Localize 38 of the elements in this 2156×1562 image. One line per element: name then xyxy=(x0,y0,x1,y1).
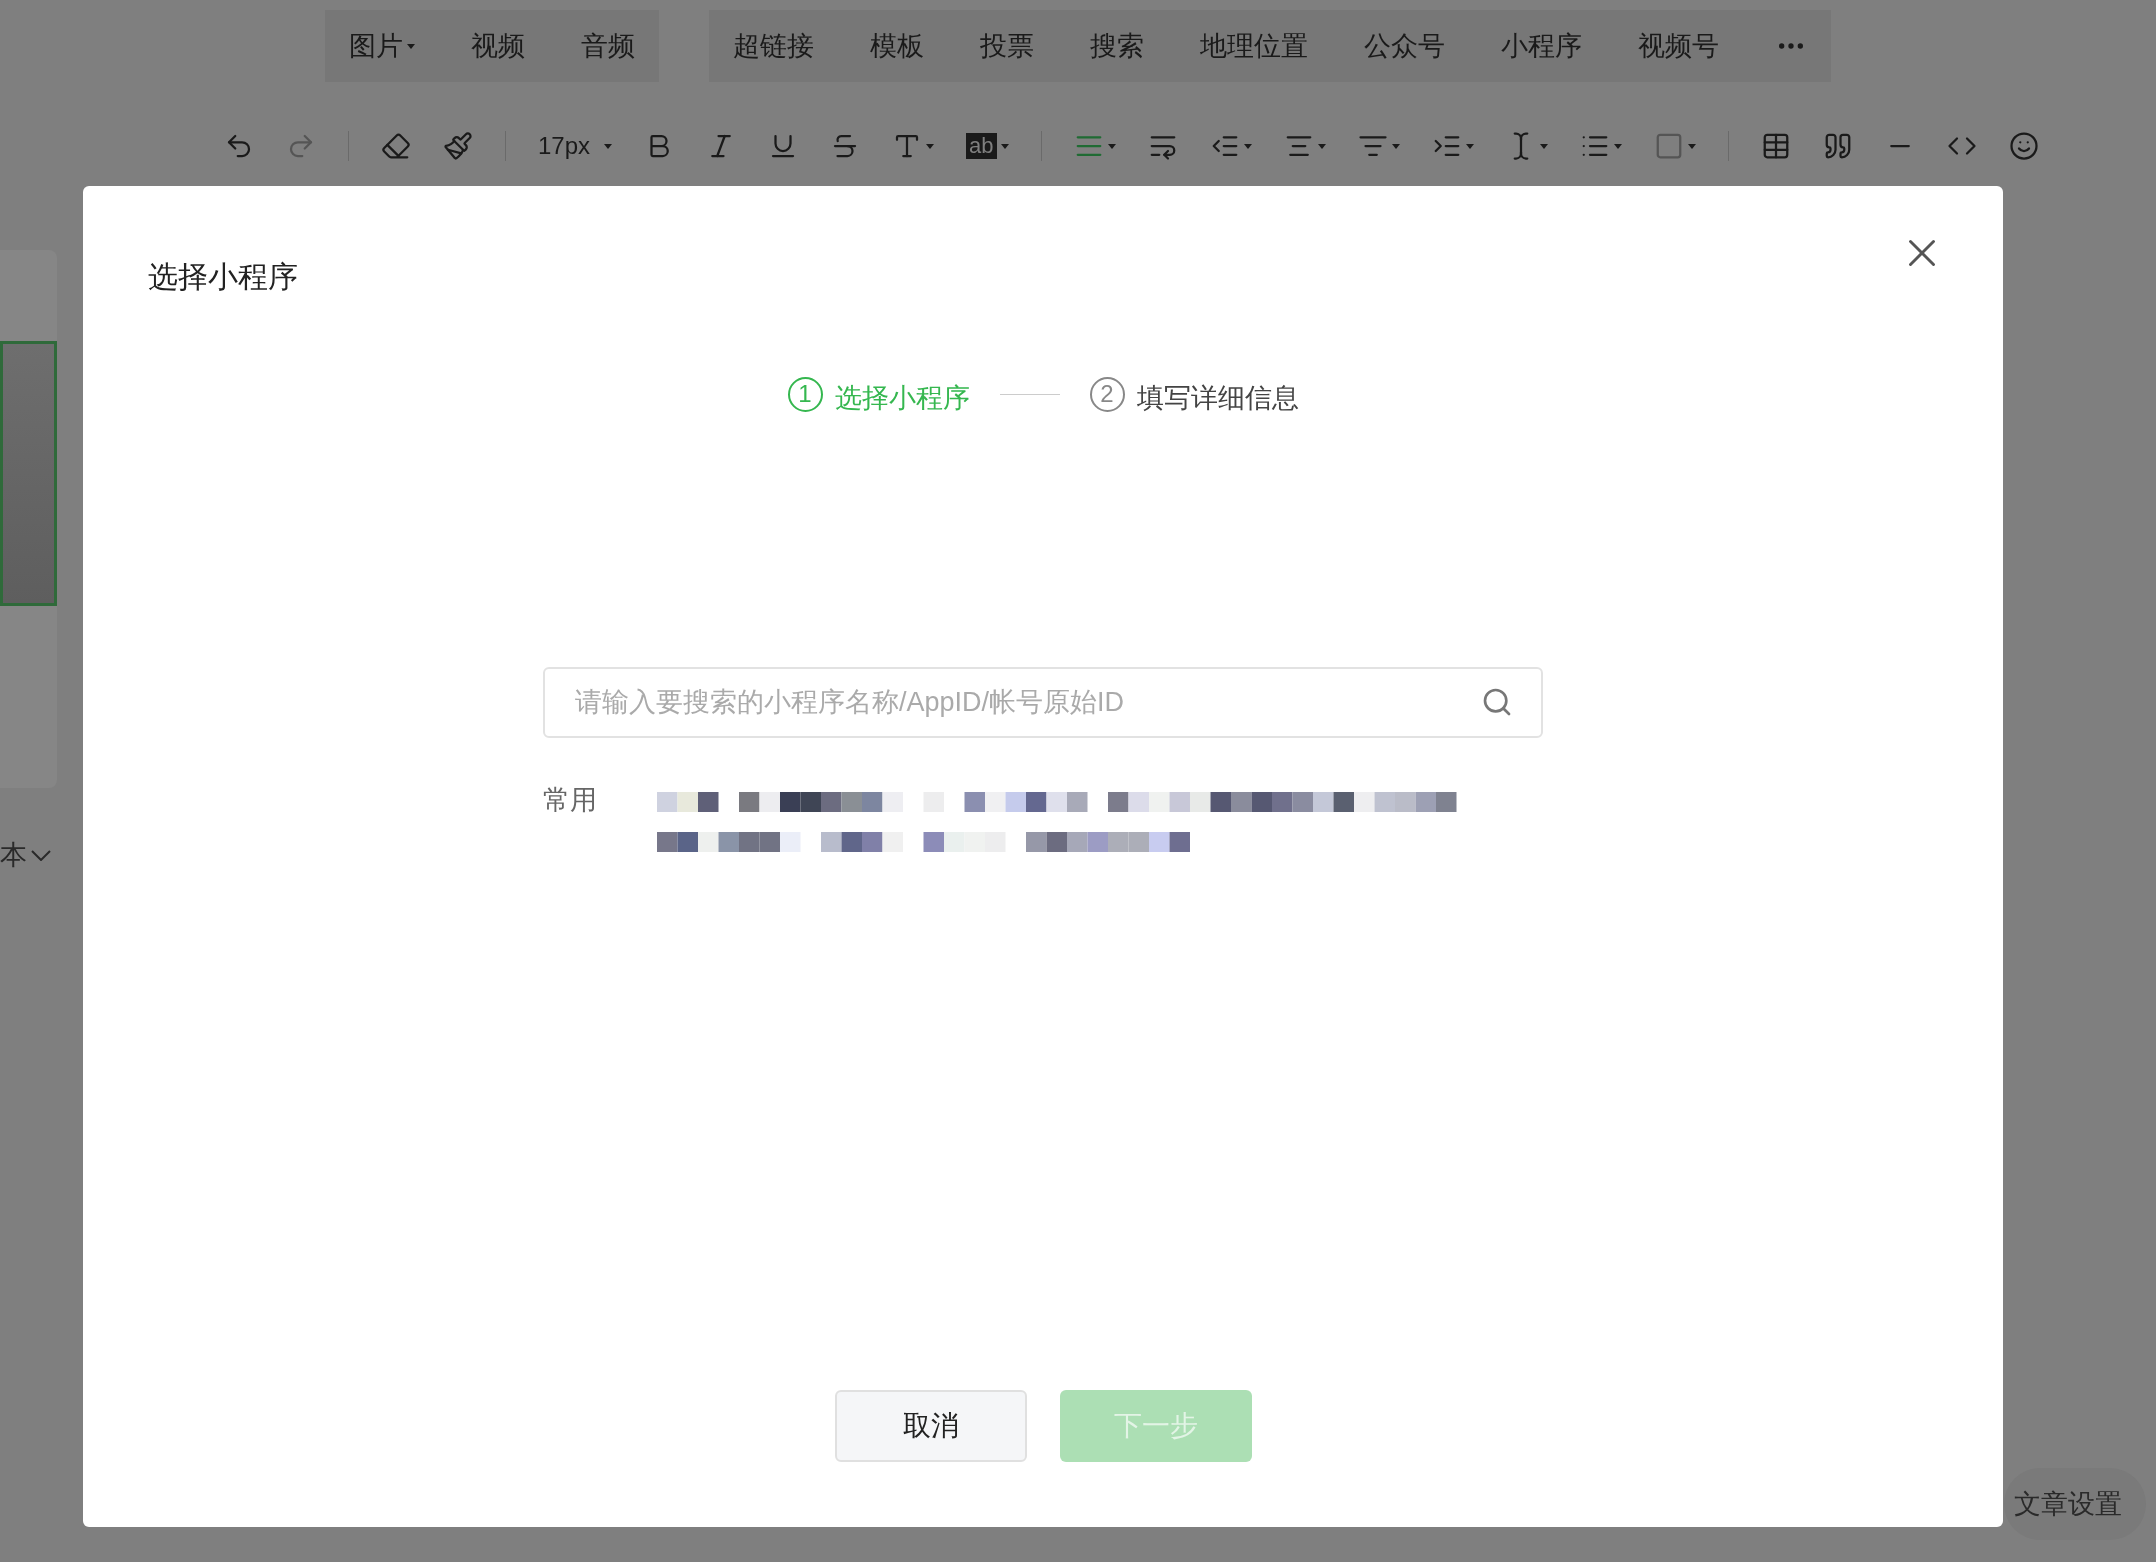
insert-menu-item[interactable]: 公众号 xyxy=(1364,25,1445,67)
caret-icon xyxy=(1243,143,1252,149)
step-number: 1 xyxy=(787,376,823,412)
insert-menu-item[interactable]: 小程序 xyxy=(1501,25,1582,67)
caret-icon xyxy=(1687,143,1696,149)
version-dropdown[interactable]: 本 xyxy=(0,835,51,876)
font-size-dropdown[interactable]: 17px xyxy=(538,128,613,164)
highlight-button[interactable]: ab xyxy=(966,133,997,159)
eraser-icon[interactable] xyxy=(381,131,411,161)
caret-icon xyxy=(1539,143,1548,149)
caret-icon xyxy=(926,143,935,149)
emoji-icon[interactable] xyxy=(2008,131,2039,161)
insert-menu-item[interactable]: 搜索 xyxy=(1090,25,1144,67)
article-settings-button[interactable]: 文章设置 xyxy=(2004,1468,2146,1540)
caret-icon xyxy=(1107,143,1116,149)
insert-menu-item[interactable]: 音频 xyxy=(581,25,635,67)
caret-icon xyxy=(604,143,613,149)
insert-menu-item[interactable]: 视频号 xyxy=(1638,25,1719,67)
step-number: 2 xyxy=(1089,376,1125,412)
insert-menu-item[interactable]: 图片 xyxy=(349,25,415,67)
recent-label: 常用 xyxy=(543,783,597,817)
step-label: 选择小程序 xyxy=(834,382,970,415)
step-label: 填写详细信息 xyxy=(1136,382,1299,415)
insert-menu-item[interactable]: 模板 xyxy=(870,25,924,67)
insert-menu-item[interactable]: 超链接 xyxy=(733,25,814,67)
cancel-button[interactable]: 取消 xyxy=(834,1390,1027,1462)
caret-icon xyxy=(1000,143,1009,149)
chevron-down-icon xyxy=(31,849,51,861)
insert-menu-item[interactable]: 地理位置 xyxy=(1200,25,1308,67)
caret-icon xyxy=(1391,143,1400,149)
search-field[interactable]: 请输入要搜索的小程序名称/AppID/帐号原始ID xyxy=(543,666,1543,738)
caret-icon xyxy=(1465,143,1474,149)
dialog-title: 选择小程序 xyxy=(148,259,298,295)
caret-icon xyxy=(1613,143,1622,149)
caret-icon xyxy=(1317,143,1326,149)
insert-menu-item[interactable]: 投票 xyxy=(980,25,1034,67)
brush-icon[interactable] xyxy=(443,131,473,161)
insert-menu-item[interactable]: 视频 xyxy=(471,25,525,67)
